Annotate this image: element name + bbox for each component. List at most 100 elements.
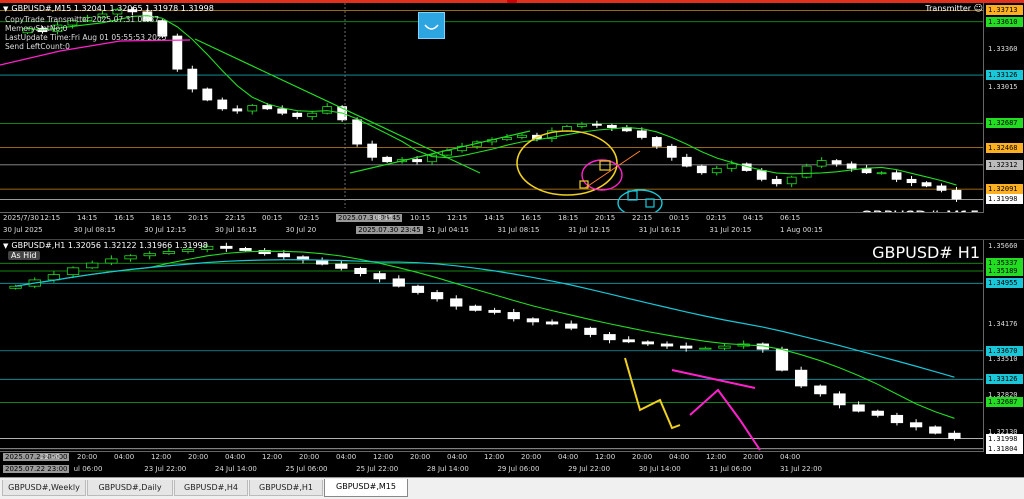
candle-body — [814, 385, 827, 395]
time-tick-label: 20:15 — [188, 214, 209, 222]
candle-body — [322, 106, 333, 114]
candle-body — [507, 312, 520, 320]
cyan-box-annotation — [627, 190, 638, 201]
time-tick-label: 00:15 — [669, 214, 690, 222]
candle-body — [876, 172, 887, 175]
candle-body — [545, 321, 559, 325]
date-tick-label: 31 Jul 22:00 — [780, 465, 822, 473]
candle-body — [696, 165, 707, 174]
price-level-tag: 1.32312 — [986, 159, 1023, 170]
as-hide-button[interactable]: As Hid — [8, 251, 40, 260]
candle-body — [392, 278, 405, 287]
h1-chart-canvas[interactable] — [0, 240, 984, 452]
candle-body — [666, 145, 677, 158]
candle-body — [565, 323, 578, 329]
chart-tab-weekly[interactable]: GBPUSD#,Weekly — [2, 480, 86, 496]
candle-body — [217, 99, 228, 110]
candle-body — [220, 245, 233, 249]
candle-body — [9, 285, 22, 289]
candle-body — [890, 414, 904, 424]
h1-price-axis[interactable]: 1.35660 1.34176 1.33510 1.32820 1.32130 1.353… — [983, 240, 1024, 477]
candle-body — [562, 126, 572, 132]
candle-body — [262, 105, 273, 110]
yellow-box-annotation — [599, 160, 611, 171]
candle-body — [680, 345, 693, 349]
candle-body — [307, 112, 318, 117]
chart-tab-m15[interactable]: GBPUSD#,M15 — [324, 479, 408, 497]
candle-body — [801, 165, 812, 178]
price-level-tag: 1.33126 — [986, 70, 1023, 81]
time-tick-label: 04:00 — [447, 453, 468, 461]
chart-tab-daily[interactable]: GBPUSD#,Daily — [87, 480, 173, 496]
time-tick-label: 12:00 — [262, 453, 283, 461]
time-tick-label: 14:15 — [77, 214, 98, 222]
chart-tab-h1[interactable]: GBPUSD#,H1 — [249, 480, 323, 496]
time-tick-label: 20:00 — [299, 453, 320, 461]
price-level-tag: 1.35189 — [986, 266, 1023, 277]
candle-body — [909, 422, 923, 428]
telegram-smile-logo-icon[interactable] — [418, 12, 445, 39]
time-tick-label: 20:00 — [188, 453, 209, 461]
candle-body — [831, 160, 842, 165]
time-tick-label: 04:00 — [336, 453, 357, 461]
smiley-icon: ☺ — [973, 4, 983, 14]
time-tick-label: 12:00 — [706, 453, 727, 461]
candle-body — [335, 263, 348, 269]
date-tick-label: 30 Jul 20 — [285, 226, 317, 234]
chart-pane-m15[interactable]: ▼ GBPUSD#,M15 1.32041 1.32065 1.31978 1.3… — [0, 3, 1024, 239]
chart-pane-h1[interactable]: ▼ GBPUSD#,H1 1.32056 1.32122 1.31966 1.31… — [0, 240, 1024, 477]
date-tick-label: 31 Jul 12:15 — [568, 226, 611, 234]
candle-body — [622, 339, 635, 343]
time-tick-label: 12:00 — [484, 453, 505, 461]
candle-body — [833, 393, 846, 406]
time-tick-label: 02:15 — [706, 214, 727, 222]
candle-body — [794, 369, 808, 387]
m15-ohlc-text: GBPUSD#,M15 1.32041 1.32065 1.31978 1.31… — [11, 4, 214, 13]
candle-body — [651, 137, 662, 147]
m15-time-axis[interactable]: 2025/7/30 12:15 14:15 16:15 18:15 20:15 22:15 0… — [0, 212, 984, 239]
candle-body — [756, 170, 767, 180]
time-tick-label: 20:00 — [632, 453, 653, 461]
time-tick-label: 00:15 — [262, 214, 283, 222]
candle-body — [641, 341, 655, 345]
candle-body — [681, 156, 692, 167]
time-tick-label: 10:15 — [410, 214, 431, 222]
cyan-box-annotation — [645, 198, 655, 208]
candle-body — [891, 172, 902, 180]
magenta-zigzag-annotation — [689, 388, 761, 451]
collapse-triangle-icon[interactable]: ▼ — [3, 5, 8, 13]
time-tick-label: 18:15 — [558, 214, 579, 222]
candle-body — [816, 160, 827, 167]
candle-body — [660, 343, 674, 347]
date-tick-label: 29 Jul 22:00 — [568, 465, 611, 473]
time-tick-label: 12:15 — [447, 214, 468, 222]
m15-price-axis[interactable]: 1.33360 1.33015 1.33713 1.33610 1.33126 1.326… — [983, 3, 1024, 239]
date-tick-label: 31 Jul 06:00 — [709, 465, 752, 473]
candle-body — [373, 273, 386, 280]
candle-body — [502, 137, 512, 141]
candle-body — [584, 327, 597, 335]
candle-body — [412, 159, 422, 163]
price-tick-label: 1.33015 — [988, 83, 1018, 92]
date-tick-label: 31 Jul 20:15 — [709, 226, 752, 234]
time-tick-label: 12:15 — [40, 214, 61, 222]
date-tick-label: 2025.07.30 23:45 — [356, 226, 423, 234]
candle-body — [202, 88, 213, 101]
time-tick-label: 20:00 — [743, 453, 764, 461]
time-tick-label: 12:00 — [595, 453, 616, 461]
candle-body — [786, 176, 797, 185]
copytrade-info-3: LastUpdate Time:Fri Aug 01 05:55:53 2025 — [5, 33, 167, 42]
candle-body — [86, 262, 99, 269]
time-tick-label: 2025/7/30 — [3, 214, 39, 222]
time-tick-label: 20:15 — [595, 214, 616, 222]
chart-tab-h4[interactable]: GBPUSD#,H4 — [174, 480, 248, 496]
collapse-triangle-icon[interactable]: ▼ — [3, 242, 8, 250]
time-tick-label: 12:00 — [151, 453, 172, 461]
h1-time-axis[interactable]: 2025.07.23 05:00 22:00 20:00 04:00 12:00 20:0… — [0, 451, 984, 477]
candle-body — [951, 189, 962, 200]
candle-body — [846, 163, 857, 169]
candle-body — [232, 108, 243, 112]
date-tick-label: 31 Jul 04:15 — [426, 226, 469, 234]
time-tick-label: 02:15 — [299, 214, 320, 222]
h1-watermark: GBPUSD# H1 — [872, 243, 980, 262]
